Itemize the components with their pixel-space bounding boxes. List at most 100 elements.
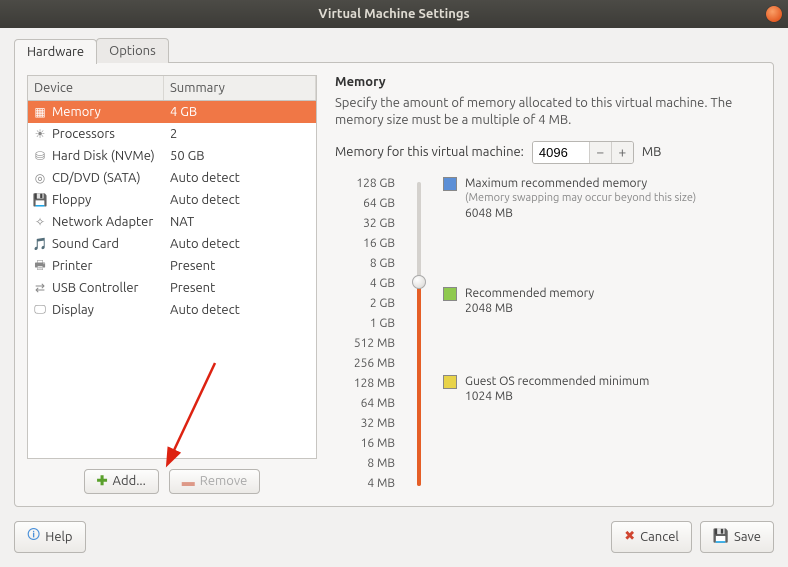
- device-name: Memory: [52, 105, 101, 119]
- marker-max-label: Maximum recommended memory: [465, 176, 696, 192]
- slider-tick: 512 MB: [335, 334, 395, 354]
- slider-tick: 8 MB: [335, 454, 395, 474]
- spin-down-button[interactable]: −: [589, 142, 611, 163]
- memory-icon: ▦: [32, 104, 48, 120]
- cd-icon: ◎: [32, 170, 48, 186]
- marker-max-value: 6048 MB: [465, 206, 696, 222]
- memory-slider[interactable]: [407, 174, 431, 494]
- device-name: Hard Disk (NVMe): [52, 149, 155, 163]
- memory-spinner[interactable]: − +: [532, 141, 634, 164]
- help-icon: 🛈: [27, 526, 40, 548]
- marker-rec-icon: [443, 287, 457, 301]
- hardware-panel: Device Summary ▦ Memory 4 GB ☀ Processors 2 ⛁ H…: [14, 62, 774, 507]
- device-summary: 50 GB: [164, 149, 316, 163]
- slider-tick: 16 GB: [335, 234, 395, 254]
- slider-tick: 256 MB: [335, 354, 395, 374]
- device-summary: 2: [164, 127, 316, 141]
- save-button-label: Save: [734, 530, 761, 544]
- cancel-icon: ✖: [624, 529, 635, 544]
- table-header: Device Summary: [28, 76, 316, 101]
- save-icon: 💾: [713, 529, 729, 544]
- help-button[interactable]: 🛈 Help: [14, 521, 86, 553]
- device-summary: Auto detect: [164, 171, 316, 185]
- marker-rec-label: Recommended memory: [465, 286, 594, 302]
- device-name: Sound Card: [52, 237, 119, 251]
- marker-max-sub: (Memory swapping may occur beyond this s…: [465, 191, 696, 205]
- slider-tick: 8 GB: [335, 254, 395, 274]
- marker-min-label: Guest OS recommended minimum: [465, 374, 649, 390]
- remove-button-label: Remove: [200, 474, 248, 488]
- cancel-button[interactable]: ✖ Cancel: [611, 521, 692, 553]
- table-row[interactable]: ☀ Processors 2: [28, 123, 316, 145]
- remove-button: ▬ Remove: [169, 469, 261, 494]
- marker-min-icon: [443, 375, 457, 389]
- slider-tick: 32 MB: [335, 414, 395, 434]
- memory-input-label: Memory for this virtual machine:: [335, 145, 524, 159]
- display-icon: 🖵: [32, 302, 48, 318]
- device-table: Device Summary ▦Memory4 GB☀Processors2⛁H…: [27, 75, 317, 459]
- titlebar: Virtual Machine Settings: [0, 0, 788, 28]
- device-summary: Present: [164, 259, 316, 273]
- cancel-button-label: Cancel: [640, 530, 679, 544]
- bottom-bar: 🛈 Help ✖ Cancel 💾 Save: [0, 521, 788, 567]
- spin-up-button[interactable]: +: [611, 142, 633, 163]
- memory-input[interactable]: [533, 142, 589, 163]
- memory-heading: Memory: [335, 75, 761, 89]
- device-name: CD/DVD (SATA): [52, 171, 141, 185]
- device-summary: Present: [164, 281, 316, 295]
- save-button[interactable]: 💾 Save: [700, 521, 774, 553]
- table-row[interactable]: ◎ CD/DVD (SATA) Auto detect: [28, 167, 316, 189]
- slider-tick: 16 MB: [335, 434, 395, 454]
- floppy-icon: 💾: [32, 192, 48, 208]
- table-row[interactable]: ⇄ USB Controller Present: [28, 277, 316, 299]
- hdd-icon: ⛁: [32, 148, 48, 164]
- tab-options[interactable]: Options: [96, 38, 169, 63]
- device-name: Floppy: [52, 193, 91, 207]
- marker-min-value: 1024 MB: [465, 389, 649, 405]
- add-button[interactable]: ✚ Add...: [84, 469, 159, 494]
- slider-tick: 32 GB: [335, 214, 395, 234]
- slider-thumb[interactable]: [412, 275, 426, 289]
- usb-icon: ⇄: [32, 280, 48, 296]
- close-icon[interactable]: [766, 6, 782, 22]
- window-title: Virtual Machine Settings: [318, 7, 469, 21]
- plus-icon: ✚: [97, 474, 108, 489]
- marker-column: Maximum recommended memory (Memory swapp…: [443, 174, 761, 494]
- sound-icon: 🎵: [32, 236, 48, 252]
- device-summary: NAT: [164, 215, 316, 229]
- memory-unit: MB: [642, 145, 662, 159]
- device-name: Display: [52, 303, 94, 317]
- marker-max: Maximum recommended memory (Memory swapp…: [443, 176, 696, 221]
- col-header-device[interactable]: Device: [28, 76, 164, 100]
- device-name: Printer: [52, 259, 92, 273]
- col-header-summary[interactable]: Summary: [164, 76, 316, 100]
- cpu-icon: ☀: [32, 126, 48, 142]
- slider-tick: 2 GB: [335, 294, 395, 314]
- memory-description: Specify the amount of memory allocated t…: [335, 95, 761, 129]
- table-row[interactable]: 💾 Floppy Auto detect: [28, 189, 316, 211]
- table-row[interactable]: ▦Memory4 GB: [28, 101, 316, 123]
- add-button-label: Add...: [113, 474, 146, 488]
- slider-tick: 64 MB: [335, 394, 395, 414]
- slider-tick: 4 GB: [335, 274, 395, 294]
- marker-max-icon: [443, 177, 457, 191]
- tab-bar: Hardware Options: [14, 38, 774, 63]
- table-row[interactable]: 🖵 Display Auto detect: [28, 299, 316, 321]
- tab-hardware[interactable]: Hardware: [14, 39, 97, 64]
- slider-tick-labels: 128 GB64 GB32 GB16 GB8 GB4 GB2 GB1 GB512…: [335, 174, 395, 494]
- minus-icon: ▬: [182, 474, 195, 489]
- device-summary: Auto detect: [164, 237, 316, 251]
- table-row[interactable]: 🎵 Sound Card Auto detect: [28, 233, 316, 255]
- marker-rec: Recommended memory 2048 MB: [443, 286, 594, 317]
- device-summary: Auto detect: [164, 303, 316, 317]
- device-name: Network Adapter: [52, 215, 153, 229]
- table-row[interactable]: ⛁ Hard Disk (NVMe) 50 GB: [28, 145, 316, 167]
- device-name: USB Controller: [52, 281, 138, 295]
- device-summary: Auto detect: [164, 193, 316, 207]
- table-row[interactable]: 🖶 Printer Present: [28, 255, 316, 277]
- printer-icon: 🖶: [32, 258, 48, 274]
- help-button-label: Help: [45, 530, 72, 544]
- table-row[interactable]: ✧Network AdapterNAT: [28, 211, 316, 233]
- device-name: Processors: [52, 127, 115, 141]
- marker-min: Guest OS recommended minimum 1024 MB: [443, 374, 649, 405]
